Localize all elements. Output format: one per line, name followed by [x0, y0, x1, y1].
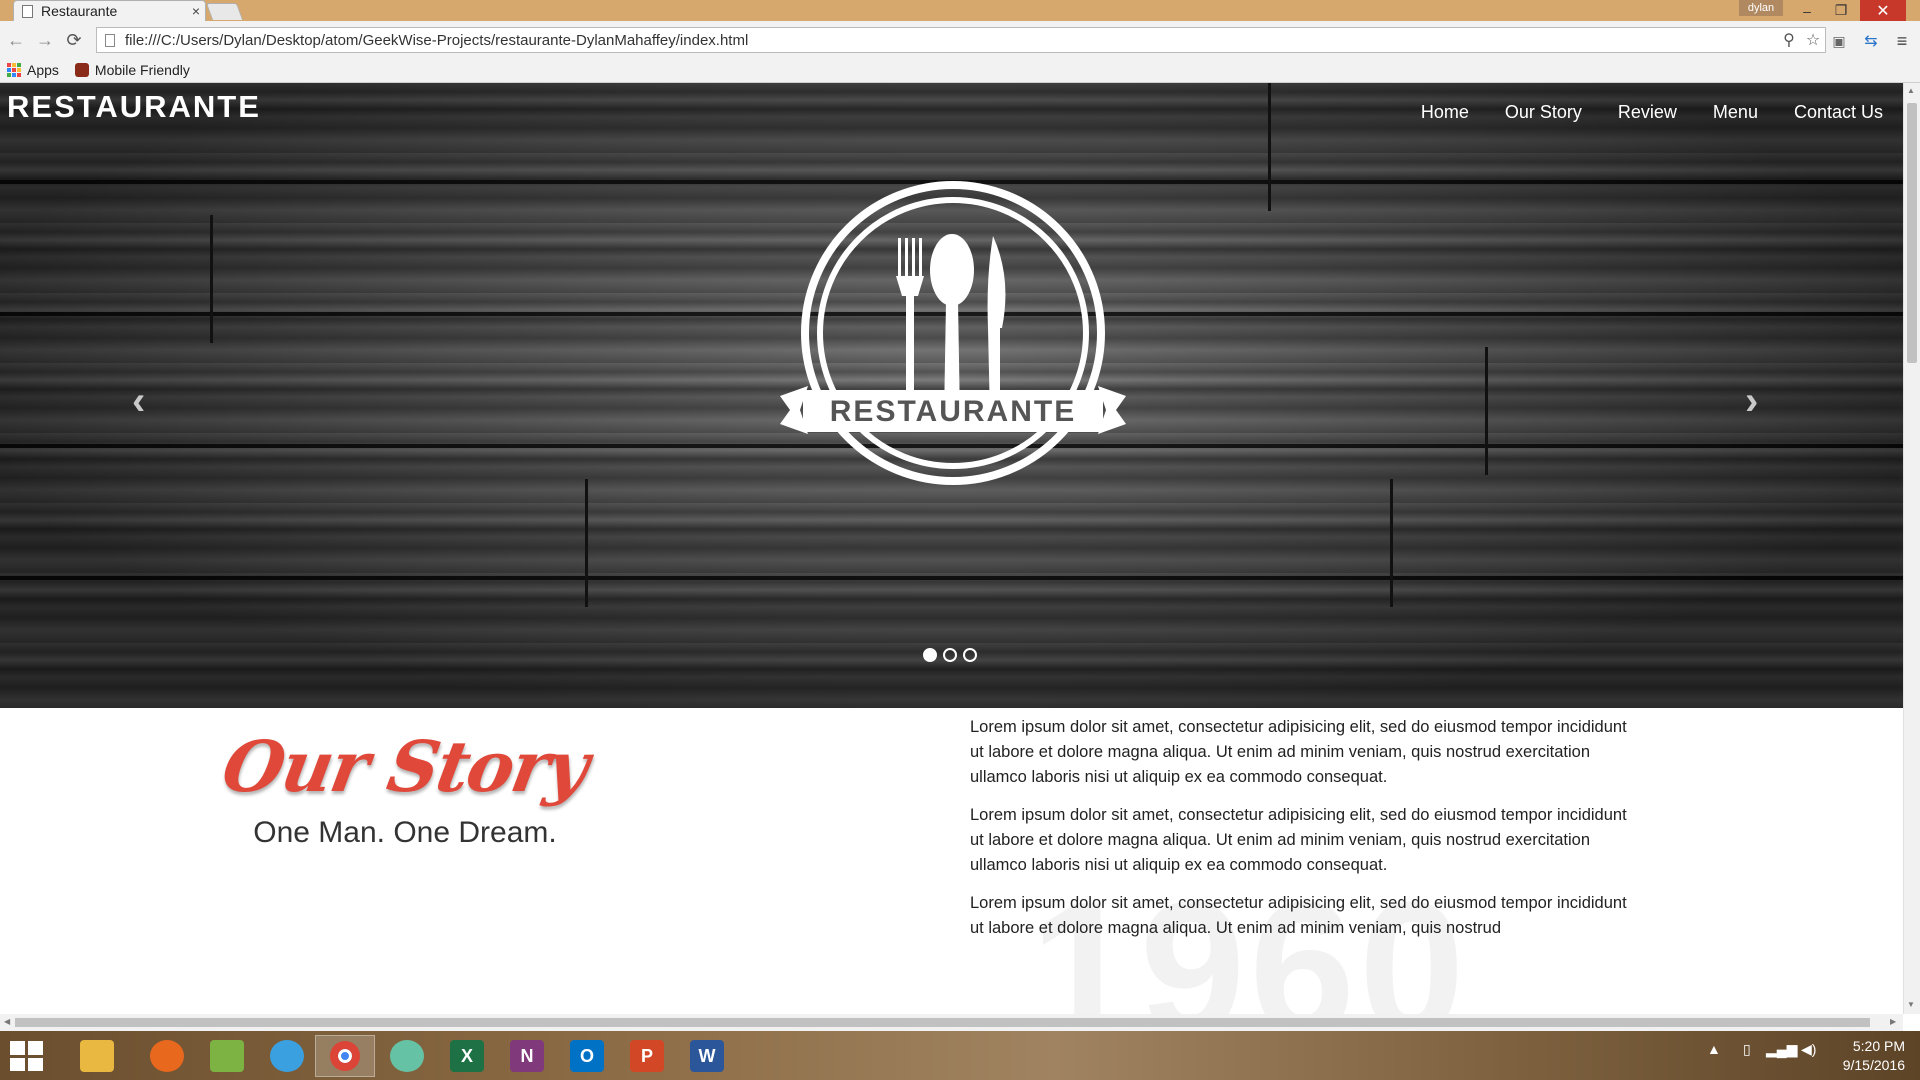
extension-icon[interactable]: ▣ [1828, 31, 1850, 51]
firefox-icon [150, 1040, 184, 1072]
taskbar-dolphin-app-button[interactable] [257, 1035, 317, 1077]
bookmark-label: Mobile Friendly [94, 62, 190, 78]
carousel-dot[interactable] [923, 648, 937, 662]
story-paragraph: Lorem ipsum dolor sit amet, consectetur … [970, 806, 1627, 874]
reload-icon[interactable]: ⟳ [63, 29, 85, 51]
clock-date: 9/15/2016 [1842, 1057, 1905, 1073]
device-icon[interactable]: ▯ [1743, 1041, 1751, 1058]
clock-time: 5:20 PM [1852, 1038, 1905, 1054]
carousel-indicators [923, 648, 977, 662]
carousel-prev-icon[interactable]: ‹ [132, 379, 145, 424]
story-subtitle: One Man. One Dream. [253, 816, 557, 849]
taskbar-file-explorer-button[interactable] [67, 1035, 127, 1077]
browser-menu-icon[interactable]: ≡ [1891, 31, 1913, 51]
word-icon: W [690, 1040, 724, 1072]
bookmark-apps[interactable]: Apps [7, 62, 59, 78]
carousel-dot[interactable] [943, 648, 957, 662]
nav-contact-us[interactable]: Contact Us [1794, 102, 1883, 123]
atom-icon [390, 1040, 424, 1072]
carousel-dot[interactable] [963, 648, 977, 662]
powerpoint-icon: P [630, 1040, 664, 1072]
taskbar-onenote-button[interactable]: N [497, 1035, 557, 1077]
scroll-up-icon[interactable]: ▲ [1907, 86, 1915, 95]
browser-toolbar: ← → ⟳ ⚲ ☆ ▣ ⇆ ≡ [0, 21, 1920, 58]
new-tab-button[interactable] [205, 3, 244, 20]
close-window-button[interactable]: ✕ [1860, 0, 1906, 21]
forward-arrow-icon[interactable]: → [34, 29, 56, 51]
tray-overflow-icon[interactable]: ▲ [1707, 1041, 1721, 1057]
story-paragraph: Lorem ipsum dolor sit amet, consectetur … [970, 718, 1627, 786]
taskbar-outlook-button[interactable]: O [557, 1035, 617, 1077]
tab-close-icon[interactable]: × [187, 3, 205, 19]
story-heading-block: Our Story One Man. One Dream. [200, 725, 610, 850]
network-signal-icon[interactable]: ▂▄▆ [1766, 1041, 1797, 1058]
onenote-icon: N [510, 1040, 544, 1072]
windows-start-icon[interactable] [10, 1041, 46, 1071]
sync-extension-icon[interactable]: ⇆ [1860, 31, 1882, 51]
nav-home[interactable]: Home [1421, 102, 1469, 123]
taskbar-firefox-button[interactable] [137, 1035, 197, 1077]
restaurant-emblem-logo: RESTAURANTE [780, 181, 1126, 485]
vertical-scrollbar[interactable]: ▲ ▼ [1903, 83, 1920, 1014]
outlook-icon: O [570, 1040, 604, 1072]
taskbar-word-button[interactable]: W [677, 1035, 737, 1077]
plank-joint [1485, 347, 1488, 475]
story-text: Lorem ipsum dolor sit amet, consectetur … [970, 715, 1630, 954]
dolphin-app-icon [270, 1040, 304, 1072]
scroll-left-icon[interactable]: ◀ [4, 1017, 10, 1026]
horizontal-scrollbar[interactable]: ◀ ▶ [0, 1014, 1903, 1031]
window-titlebar: Restaurante × dylan – ❐ ✕ [0, 0, 1920, 21]
address-bar[interactable]: ⚲ ☆ [96, 27, 1826, 53]
taskbar-atom-button[interactable] [377, 1035, 437, 1077]
bookmark-star-icon[interactable]: ☆ [1801, 30, 1825, 50]
url-input[interactable] [125, 31, 1777, 49]
hero-carousel: RESTAURANTE Home Our Story Review Menu C… [0, 83, 1903, 708]
plank-joint [1268, 83, 1271, 211]
back-arrow-icon[interactable]: ← [5, 29, 27, 51]
plank-joint [585, 479, 588, 607]
story-title: Our Story [216, 725, 594, 808]
bookmark-label: Apps [27, 62, 59, 78]
logo-wordmark: RESTAURANTE [830, 395, 1076, 428]
bookmarks-bar: Apps Mobile Friendly [0, 58, 1920, 83]
taskbar-excel-button[interactable]: X [437, 1035, 497, 1077]
excel-icon: X [450, 1040, 484, 1072]
plank-joint [1390, 479, 1393, 607]
scroll-down-icon[interactable]: ▼ [1907, 1000, 1915, 1009]
taskbar-chrome-button[interactable] [315, 1035, 375, 1077]
plank-joint [210, 215, 213, 343]
minimize-button[interactable]: – [1790, 0, 1824, 21]
scroll-right-icon[interactable]: ▶ [1890, 1017, 1896, 1026]
story-paragraph: Lorem ipsum dolor sit amet, consectetur … [970, 894, 1627, 937]
bird-app-icon [210, 1040, 244, 1072]
taskbar-powerpoint-button[interactable]: P [617, 1035, 677, 1077]
nav-review[interactable]: Review [1618, 102, 1677, 123]
system-clock[interactable]: 5:20 PM 9/15/2016 [1815, 1037, 1905, 1075]
chrome-icon [330, 1041, 360, 1071]
page-icon [105, 33, 115, 47]
page-icon [22, 4, 33, 18]
maximize-button[interactable]: ❐ [1824, 0, 1858, 21]
profile-badge[interactable]: dylan [1739, 0, 1783, 16]
windows-taskbar: XNOPW ▲ ▯ ▂▄▆ ◀) 5:20 PM 9/15/2016 [0, 1031, 1920, 1080]
bookmark-mobile-friendly[interactable]: Mobile Friendly [74, 62, 190, 78]
scroll-thumb[interactable] [15, 1018, 1870, 1027]
carousel-next-icon[interactable]: › [1745, 379, 1758, 424]
site-brand-logo[interactable]: RESTAURANTE [7, 89, 261, 125]
nav-menu[interactable]: Menu [1713, 102, 1758, 123]
mobile-friendly-icon [74, 63, 89, 77]
browser-tab[interactable]: Restaurante × [13, 0, 206, 21]
site-nav: Home Our Story Review Menu Contact Us [1421, 102, 1883, 123]
zoom-icon[interactable]: ⚲ [1777, 30, 1801, 50]
scroll-thumb[interactable] [1907, 103, 1917, 363]
file-explorer-icon [80, 1040, 114, 1072]
taskbar-bird-app-button[interactable] [197, 1035, 257, 1077]
nav-our-story[interactable]: Our Story [1505, 102, 1582, 123]
apps-grid-icon [7, 63, 21, 77]
tab-title: Restaurante [41, 3, 118, 19]
